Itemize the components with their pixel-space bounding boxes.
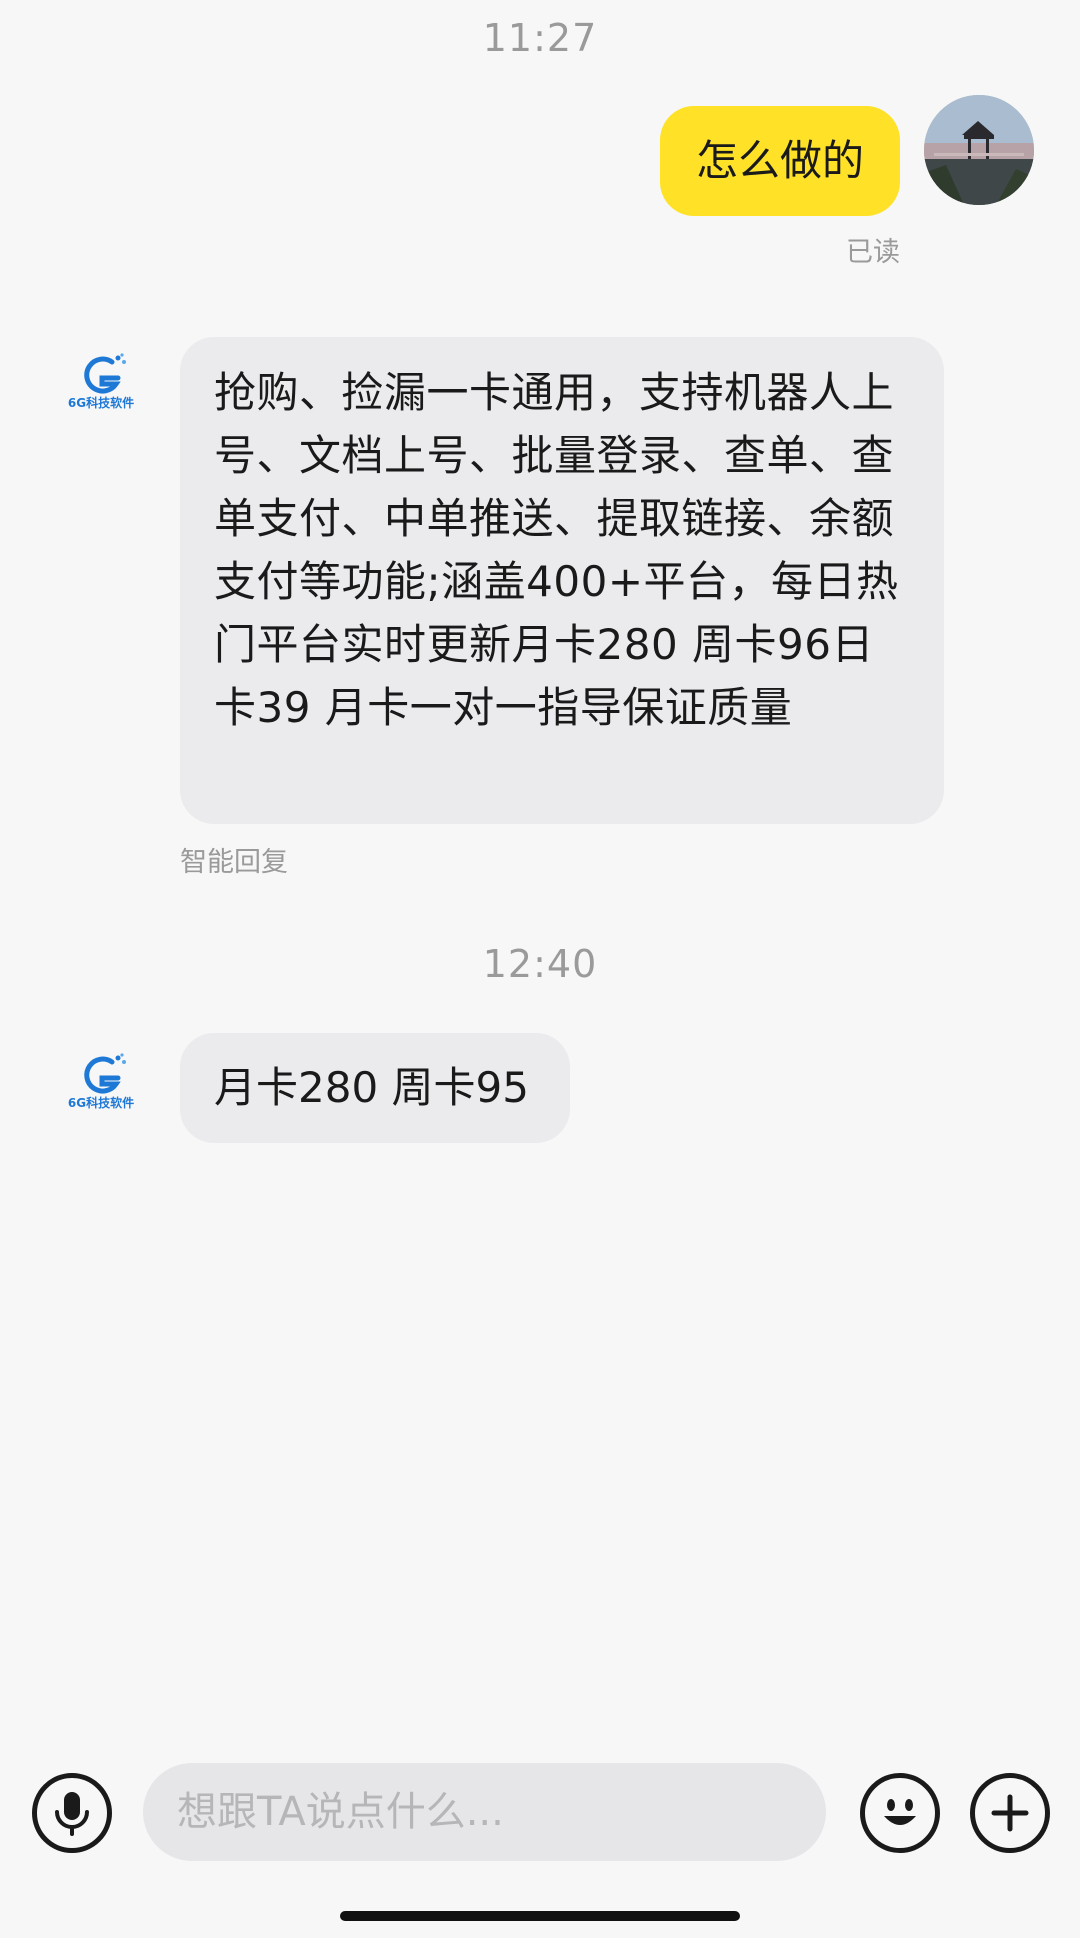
contact-avatar[interactable]: 6G科技软件: [60, 1052, 142, 1112]
user-avatar[interactable]: [924, 95, 1034, 205]
chat-area[interactable]: 11:27 怎么做的 已读 6G科技软件 抢购、捡漏一卡通用，支持机器人上号、文…: [0, 0, 1080, 1760]
message-input[interactable]: [143, 1763, 826, 1861]
read-receipt: 已读: [846, 237, 900, 268]
incoming-message-bubble[interactable]: 抢购、捡漏一卡通用，支持机器人上号、文档上号、批量登录、查单、查单支付、中单推送…: [180, 337, 944, 824]
home-indicator[interactable]: [340, 1911, 740, 1921]
timestamp: 11:27: [482, 16, 598, 60]
avatar-photo-icon: [924, 95, 1034, 205]
contact-avatar[interactable]: 6G科技软件: [60, 352, 142, 412]
smart-reply-label: 智能回复: [180, 847, 288, 878]
microphone-icon: [55, 1792, 89, 1836]
timestamp: 12:40: [482, 942, 598, 986]
incoming-message-bubble[interactable]: 月卡280 周卡95: [180, 1033, 570, 1143]
more-options-button[interactable]: [970, 1773, 1050, 1853]
logo-text: 6G科技软件: [67, 1096, 135, 1110]
voice-input-button[interactable]: [32, 1773, 112, 1853]
emoji-icon: [884, 1799, 916, 1825]
emoji-button[interactable]: [860, 1773, 940, 1853]
logo-text: 6G科技软件: [67, 396, 135, 410]
plus-icon: [991, 1794, 1029, 1832]
outgoing-message-bubble[interactable]: 怎么做的: [660, 106, 900, 216]
